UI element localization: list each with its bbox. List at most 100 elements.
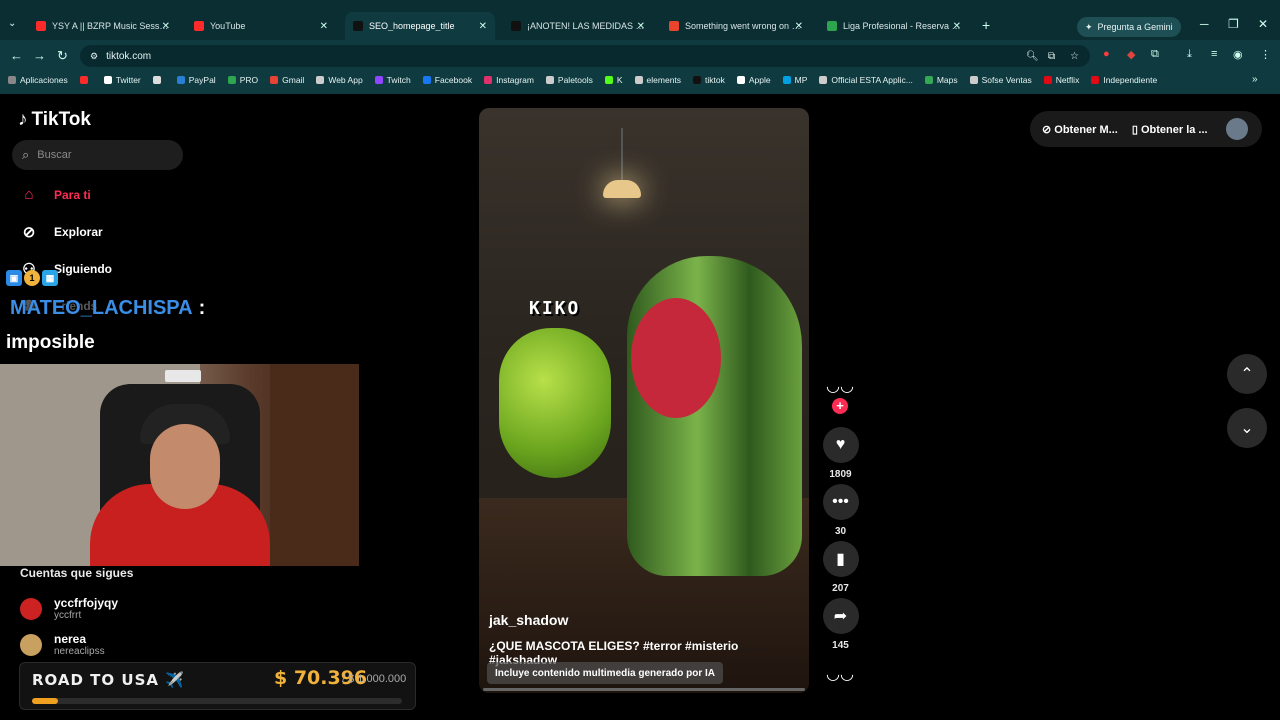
bookmark-item[interactable]: Web App [316, 75, 363, 85]
minimize-icon[interactable]: ─ [1200, 17, 1209, 31]
download-icon[interactable]: ⤓ [1187, 48, 1192, 61]
bookmark-item[interactable]: K [604, 75, 623, 85]
get-coins-button[interactable]: ⊘ Obtener M... [1042, 123, 1118, 136]
bookmark-item[interactable]: PayPal [176, 75, 216, 85]
close-tab-icon[interactable]: ✕ [637, 21, 645, 32]
tab-label: SEO_homepage_title [369, 21, 455, 31]
bookmark-item[interactable]: Paletools [545, 75, 593, 85]
bookmark-icon [79, 76, 88, 84]
follow-plus-icon[interactable]: + [832, 398, 848, 414]
browser-tab[interactable]: ¡ANOTEN! LAS MEDIDAS QUE ✕ [503, 12, 653, 40]
bookmark-item[interactable]: elements [634, 75, 681, 85]
bookmark-item[interactable]: Independiente [1091, 75, 1157, 85]
next-video-button[interactable]: ⌄ [1227, 408, 1267, 448]
ai-content-tag: Incluye contenido multimedia generado po… [487, 662, 724, 684]
get-app-button[interactable]: ▯ Obtener la ... [1132, 123, 1208, 136]
media-icon[interactable]: ≡ [1211, 48, 1217, 60]
bookmark-item[interactable]: Netflix [1043, 75, 1080, 85]
close-tab-icon[interactable]: ✕ [479, 21, 487, 32]
bookmark-label: MP [794, 75, 808, 85]
bookmark-icon [8, 76, 16, 84]
bookmark-button[interactable]: ▮ 207 [822, 541, 859, 594]
star-icon[interactable]: ☆ [1070, 51, 1079, 62]
music-disc[interactable]: ◡◡ [823, 664, 857, 686]
site-info-icon[interactable]: ⚙ [90, 51, 98, 62]
browser-tab[interactable]: YouTube ✕ [186, 12, 336, 40]
extension-red-icon[interactable]: ● [1103, 48, 1110, 60]
bookmark-item[interactable]: Gmail [270, 75, 304, 85]
bookmark-label: Gmail [282, 75, 305, 85]
share-count: 145 [832, 640, 849, 651]
more-bookmarks-icon[interactable]: » [1252, 74, 1258, 85]
followed-account[interactable]: nerea nereaclipss [20, 633, 105, 657]
zoom-icon[interactable]: 🔍︎ [1026, 51, 1039, 62]
nav-item-explorar[interactable]: ⊘ Explorar [20, 223, 103, 241]
close-tab-icon[interactable]: ✕ [162, 21, 170, 32]
bookmark-item[interactable]: Twitter [103, 75, 141, 85]
bookmark-item[interactable]: Aplicaciones [8, 75, 68, 85]
goal-title: ROAD TO USA ✈️ [32, 671, 185, 689]
address-bar[interactable]: ⚙ tiktok.com 🔍︎ ⧉ ☆ [80, 45, 1090, 67]
webcam-overlay [0, 364, 359, 566]
video-player[interactable]: KIKO jak_shadow ¿QUE MASCOTA ELIGES? #te… [479, 108, 809, 693]
tab-label: Liga Profesional - Reserva - PC [843, 21, 961, 31]
gemini-icon: ✦ [1085, 21, 1093, 32]
gemini-button[interactable]: ✦ Pregunta a Gemini [1077, 17, 1181, 37]
extension-icon[interactable]: ◆ [1127, 48, 1135, 61]
bookmark-item[interactable]: Apple [736, 75, 771, 85]
account-name: nerea [54, 632, 87, 646]
bookmark-item[interactable] [79, 76, 92, 84]
comment-button[interactable]: ••• 30 [822, 484, 859, 537]
video-author[interactable]: jak_shadow [489, 612, 568, 628]
bookmark-item[interactable]: Maps [924, 75, 958, 85]
user-avatar[interactable] [1225, 118, 1248, 140]
bookmark-icon [227, 76, 236, 84]
video-progress[interactable] [483, 688, 805, 691]
back-icon[interactable]: ← [10, 48, 23, 63]
browser-tab[interactable]: YSY A || BZRP Music Sessions #✕ [28, 12, 178, 40]
account-username: nereaclipss [54, 646, 105, 657]
goal-target: / $ 1.000.000 [342, 673, 407, 685]
previous-video-button[interactable]: ⌃ [1227, 354, 1267, 394]
extensions-puzzle-icon[interactable]: ⧉ [1151, 48, 1159, 61]
close-tab-icon[interactable]: ✕ [320, 21, 328, 32]
close-tab-icon[interactable]: ✕ [953, 21, 961, 32]
tiktok-logo[interactable]: ♪ TikTok [18, 109, 91, 131]
profile-avatar[interactable]: ◉ [1233, 48, 1243, 61]
creator-avatar[interactable]: ◡◡ [823, 376, 857, 398]
browser-tab[interactable]: Liga Profesional - Reserva - PC ✕ [819, 12, 969, 40]
bookmark-item[interactable]: tiktok [693, 75, 725, 85]
reload-icon[interactable]: ↻ [57, 48, 68, 64]
top-action-label: Obtener M... [1054, 123, 1118, 136]
bookmark-item[interactable]: MP [782, 75, 808, 85]
bookmark-item[interactable]: Instagram [484, 75, 534, 85]
close-window-icon[interactable]: ✕ [1258, 17, 1268, 31]
close-tab-icon[interactable]: ✕ [795, 21, 803, 32]
followed-account[interactable]: yccfrfojyqy yccfrrt [20, 597, 118, 621]
share-button[interactable]: ➦ 145 [822, 598, 859, 651]
forward-icon[interactable]: → [33, 48, 46, 63]
browser-tab[interactable]: Something went wrong on Sou ✕ [661, 12, 811, 40]
new-tab-button[interactable]: + [982, 17, 990, 33]
install-icon[interactable]: ⧉ [1048, 51, 1055, 62]
menu-icon[interactable]: ⋮ [1260, 48, 1271, 61]
coin-icon: ⊘ [1042, 123, 1052, 136]
bookmark-item[interactable]: PRO [227, 75, 258, 85]
like-button[interactable]: ♥ 1809 [822, 427, 859, 480]
search-input[interactable]: ⌕ Buscar [12, 140, 183, 170]
restore-icon[interactable]: ❐ [1228, 17, 1239, 31]
nav-item-para-ti[interactable]: ⌂ Para ti [20, 186, 90, 203]
bookmark-label: Netflix [1055, 75, 1080, 85]
home-icon: ⌂ [24, 186, 34, 203]
tab-label: YouTube [210, 21, 246, 31]
goal-progress-fill [32, 698, 58, 704]
following-title: Cuentas que sigues [20, 566, 134, 580]
bookmark-label: Paletools [557, 75, 593, 85]
bookmark-item[interactable]: Twitch [374, 75, 411, 85]
bookmark-item[interactable]: Facebook [422, 75, 472, 85]
browser-tab[interactable]: SEO_homepage_title ✕ [345, 12, 495, 40]
bookmark-item[interactable]: Sofse Ventas [969, 75, 1032, 85]
bookmark-item[interactable] [152, 76, 165, 84]
tab-search-icon[interactable]: ⌄ [8, 18, 16, 29]
bookmark-item[interactable]: Official ESTA Applic... [819, 75, 913, 85]
